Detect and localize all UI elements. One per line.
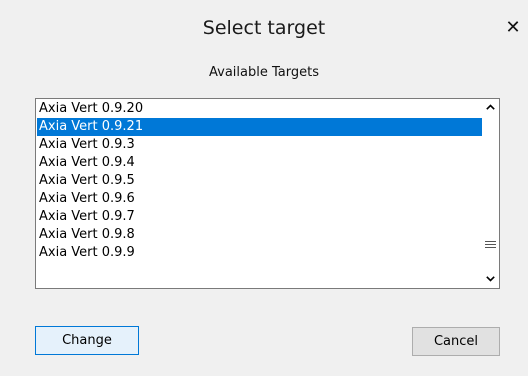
list-item[interactable]: Axia Vert 0.9.20	[37, 100, 491, 118]
chevron-down-icon[interactable]	[482, 271, 499, 288]
list-item[interactable]: Axia Vert 0.9.9	[37, 244, 491, 262]
select-target-dialog: Select target ✕ Available Targets Axia V…	[0, 0, 528, 376]
dialog-title: Select target	[202, 17, 326, 39]
change-button[interactable]: Change	[35, 326, 139, 355]
available-targets-label: Available Targets	[209, 65, 319, 80]
targets-listbox[interactable]: Axia Vert 0.9.20 Axia Vert 0.9.21 Axia Ver…	[35, 98, 500, 289]
list-item[interactable]: Axia Vert 0.9.4	[37, 154, 491, 172]
list-item[interactable]: Axia Vert 0.9.5	[37, 172, 491, 190]
list-item[interactable]: Axia Vert 0.9.7	[37, 208, 491, 226]
list-item[interactable]: Axia Vert 0.9.21	[37, 118, 491, 136]
chevron-up-icon[interactable]	[482, 99, 499, 116]
list-item[interactable]: Axia Vert 0.9.6	[37, 190, 491, 208]
list-item[interactable]: Axia Vert 0.9.8	[37, 226, 491, 244]
list-item[interactable]: Axia Vert 0.9.3	[37, 136, 491, 154]
grip-icon[interactable]	[485, 239, 496, 251]
targets-list: Axia Vert 0.9.20 Axia Vert 0.9.21 Axia Ver…	[37, 100, 491, 262]
close-icon[interactable]: ✕	[503, 16, 523, 40]
vertical-scrollbar[interactable]	[482, 99, 499, 288]
cancel-button[interactable]: Cancel	[412, 327, 500, 356]
